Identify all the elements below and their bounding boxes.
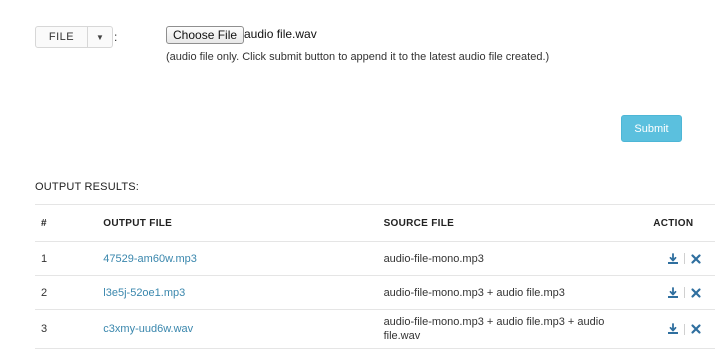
- source-file-text: audio-file-mono.mp3 + audio file.mp3: [383, 286, 565, 299]
- action-separator: [683, 323, 685, 335]
- choose-file-button[interactable]: Choose File: [166, 26, 245, 44]
- output-file-link[interactable]: l3e5j-52oe1.mp3: [103, 287, 185, 299]
- delete-icon[interactable]: [690, 287, 702, 299]
- file-type-dropdown[interactable]: FILE ▼: [35, 26, 113, 48]
- results-heading: OUTPUT RESULTS:: [35, 181, 140, 193]
- download-icon[interactable]: [667, 286, 679, 299]
- row-actions: [653, 286, 715, 299]
- source-file-text: audio-file-mono.mp3: [383, 252, 484, 265]
- output-file-link[interactable]: c3xmy-uud6w.wav: [103, 323, 193, 335]
- row-number: 3: [35, 309, 104, 349]
- delete-icon[interactable]: [690, 323, 702, 335]
- caret-down-icon[interactable]: ▼: [88, 27, 112, 47]
- row-number: 1: [35, 241, 104, 276]
- upload-hint: (audio file only. Click submit button to…: [166, 51, 550, 63]
- column-header-action: ACTION: [653, 204, 715, 242]
- row-number: 2: [35, 275, 104, 310]
- results-table: # OUTPUT FILE SOURCE FILE ACTION 1 47529…: [35, 204, 715, 349]
- chosen-file-name: audio file.wav: [244, 27, 317, 41]
- action-separator: [683, 287, 685, 298]
- file-type-label: FILE: [36, 27, 88, 47]
- source-file-text: audio-file-mono.mp3 + audio file.mp3 + a…: [383, 316, 605, 342]
- action-separator: [683, 253, 685, 264]
- table-header-row: # OUTPUT FILE SOURCE FILE ACTION: [35, 204, 715, 242]
- output-file-link[interactable]: 47529-am60w.mp3: [103, 253, 197, 265]
- delete-icon[interactable]: [690, 253, 702, 265]
- column-header-output-file: OUTPUT FILE: [103, 204, 384, 242]
- column-header-number: #: [35, 204, 104, 242]
- row-actions: [653, 252, 715, 265]
- colon-separator: :: [114, 30, 118, 44]
- download-icon[interactable]: [667, 323, 679, 335]
- table-row: 3 c3xmy-uud6w.wav audio-file-mono.mp3 + …: [35, 309, 715, 349]
- column-header-source-file: SOURCE FILE: [383, 204, 654, 242]
- table-row: 2 l3e5j-52oe1.mp3 audio-file-mono.mp3 + …: [35, 275, 715, 310]
- submit-button[interactable]: Submit: [621, 115, 682, 142]
- row-actions: [653, 323, 715, 335]
- download-icon[interactable]: [667, 252, 679, 265]
- table-row: 1 47529-am60w.mp3 audio-file-mono.mp3: [35, 241, 715, 276]
